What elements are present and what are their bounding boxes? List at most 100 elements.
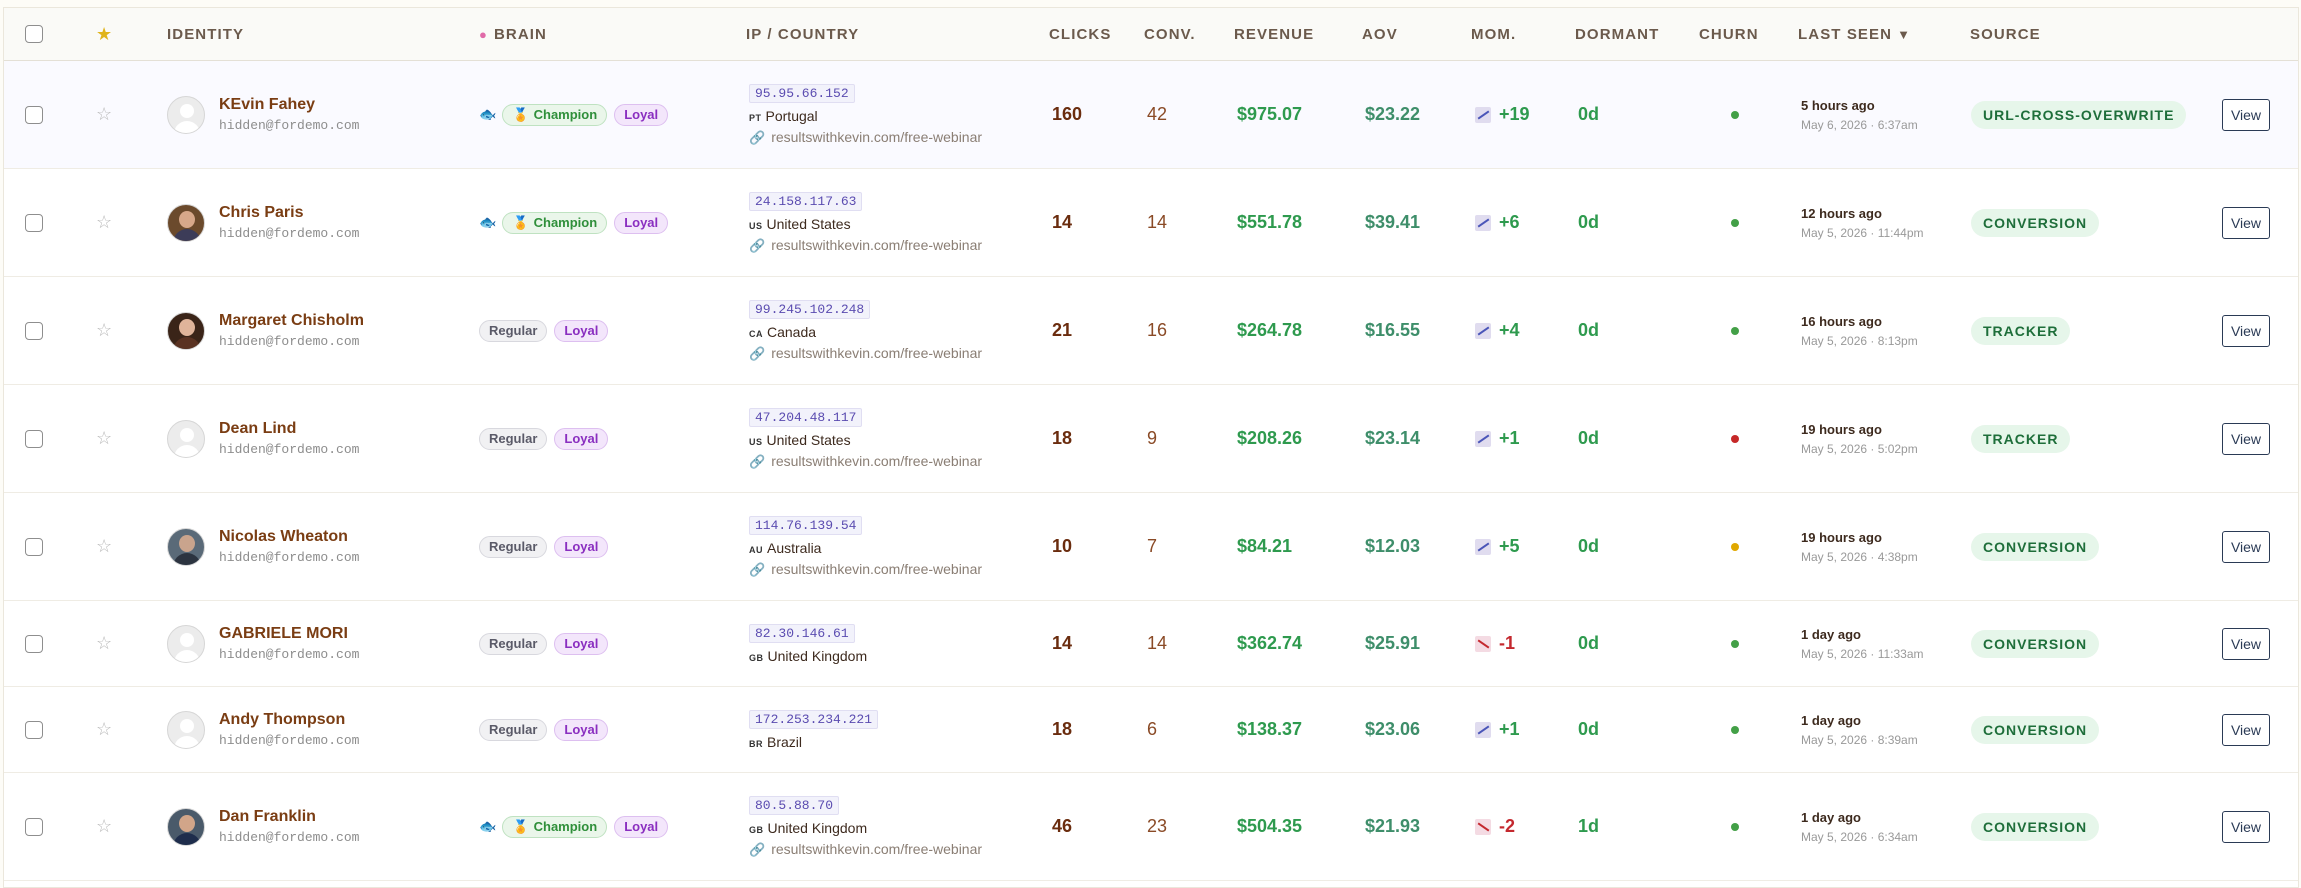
table-row[interactable]: ☆ KEvin Fahey hidden@fordemo.com 🐟 🏅 Champion…	[4, 61, 2298, 169]
last-seen-relative: 1 day ago	[1801, 626, 1861, 642]
brain-badge-regular: Regular	[479, 319, 548, 342]
view-button[interactable]: View	[2222, 713, 2270, 746]
star-icon[interactable]: ☆	[96, 212, 112, 233]
brain-badge-label: Loyal	[564, 431, 599, 446]
country: PT Portugal	[749, 108, 982, 124]
row-checkbox[interactable]	[25, 537, 43, 556]
column-header-last-seen[interactable]: LAST SEEN ▼	[1798, 8, 1911, 60]
churn-status-dot	[1731, 639, 1739, 648]
column-header-ip-country[interactable]: IP / COUNTRY	[746, 8, 859, 60]
row-checkbox[interactable]	[25, 321, 43, 340]
view-button[interactable]: View	[2222, 98, 2270, 131]
column-header-churn[interactable]: CHURN	[1699, 8, 1759, 60]
churn-status-dot	[1731, 822, 1739, 831]
source-badge: CONVERSION	[1971, 532, 2100, 561]
star-icon[interactable]: ☆	[96, 719, 112, 740]
landing-url-text: resultswithkevin.com/free-webinar	[771, 128, 983, 145]
source-badge: CONVERSION	[1971, 208, 2100, 237]
dormant-value: 0d	[1578, 719, 1600, 739]
star-icon[interactable]: ☆	[96, 536, 112, 557]
table-row[interactable]: ☆ GABRIELE MORI hidden@fordemo.com Regular L…	[4, 601, 2298, 687]
view-button[interactable]: View	[2222, 206, 2270, 239]
row-checkbox[interactable]	[25, 720, 43, 739]
column-header-revenue[interactable]: REVENUE	[1234, 8, 1314, 60]
clicks-value: 14	[1052, 633, 1073, 653]
landing-url[interactable]: 🔗 resultswithkevin.com/free-webinar	[749, 841, 982, 858]
star-icon[interactable]: ☆	[96, 104, 112, 125]
last-seen-relative: 19 hours ago	[1801, 421, 1882, 437]
view-button[interactable]: View	[2222, 627, 2270, 660]
trend-down-icon	[1475, 635, 1491, 652]
contact-name[interactable]: GABRIELE MORI	[219, 625, 359, 643]
landing-url[interactable]: 🔗 resultswithkevin.com/free-webinar	[749, 453, 982, 470]
link-icon: 🔗	[749, 237, 766, 253]
column-header-dormant[interactable]: DORMANT	[1575, 8, 1659, 60]
select-all-checkbox[interactable]	[25, 25, 43, 43]
row-checkbox[interactable]	[25, 634, 43, 653]
clicks-value: 10	[1052, 536, 1073, 556]
row-checkbox[interactable]	[25, 213, 43, 232]
column-header-aov[interactable]: AOV	[1362, 8, 1398, 60]
table-row[interactable]: ☆ Andy Thompson hidden@fordemo.com Regular L…	[4, 687, 2298, 773]
conversions-value: 14	[1147, 212, 1168, 232]
contact-name[interactable]: Dan Franklin	[219, 808, 359, 826]
dormant-value: 0d	[1578, 428, 1600, 448]
brain-badges: Regular Loyal	[479, 493, 615, 600]
conversions-value: 14	[1147, 633, 1168, 653]
table-row[interactable]: ☆ Chris Paris hidden@fordemo.com 🐟 🏅 Champion…	[4, 169, 2298, 277]
brain-badge-loyal: Loyal	[554, 535, 609, 558]
revenue-value: $504.35	[1237, 816, 1303, 836]
column-header-brain[interactable]: ● BRAIN	[479, 8, 547, 60]
momentum-value: -2	[1499, 816, 1516, 836]
sort-desc-icon: ▼	[1897, 26, 1912, 42]
star-icon[interactable]: ☆	[96, 633, 112, 654]
brain-badge-loyal: Loyal	[554, 632, 609, 655]
view-button[interactable]: View	[2222, 810, 2270, 843]
column-header-conv[interactable]: CONV.	[1144, 8, 1196, 60]
ip-address: 24.158.117.63	[749, 191, 863, 211]
avatar	[167, 203, 205, 242]
contact-name[interactable]: Margaret Chisholm	[219, 312, 364, 330]
ip-address: 80.5.88.70	[749, 795, 840, 815]
row-checkbox[interactable]	[25, 429, 43, 448]
landing-url[interactable]: 🔗 resultswithkevin.com/free-webinar	[749, 561, 982, 578]
avatar	[167, 807, 205, 846]
star-icon[interactable]: ☆	[96, 320, 112, 341]
dormant-value: 0d	[1578, 536, 1600, 556]
table-row[interactable]: ☆ Dean Lind hidden@fordemo.com Regular Loyal…	[4, 385, 2298, 493]
landing-url[interactable]: 🔗 resultswithkevin.com/free-webinar	[749, 345, 982, 362]
country: US United States	[749, 432, 982, 448]
brain-badge-loyal: Loyal	[614, 815, 669, 838]
view-button[interactable]: View	[2222, 314, 2270, 347]
star-icon[interactable]: ☆	[96, 816, 112, 837]
brain-badges: Regular Loyal	[479, 687, 615, 772]
dormant-value: 0d	[1578, 633, 1600, 653]
table-row[interactable]: ☆ Margaret Chisholm hidden@fordemo.com Regu…	[4, 277, 2298, 385]
contact-name[interactable]: Andy Thompson	[219, 711, 359, 729]
view-button[interactable]: View	[2222, 530, 2270, 563]
country-code: GB	[749, 824, 764, 835]
contact-name[interactable]: KEvin Fahey	[219, 96, 359, 114]
view-button[interactable]: View	[2222, 422, 2270, 455]
country-name: Canada	[767, 323, 817, 340]
row-checkbox[interactable]	[25, 105, 43, 124]
contact-name[interactable]: Chris Paris	[219, 204, 359, 222]
table-row[interactable]: ☆ Dan Franklin hidden@fordemo.com 🐟 🏅 Champio…	[4, 773, 2298, 881]
column-header-source[interactable]: SOURCE	[1970, 8, 2041, 60]
contact-email: hidden@fordemo.com	[219, 647, 360, 662]
column-header-mom[interactable]: MOM.	[1471, 8, 1516, 60]
column-header-identity[interactable]: IDENTITY	[167, 8, 244, 60]
contact-email: hidden@fordemo.com	[219, 118, 360, 133]
ip-address: 172.253.234.221	[749, 709, 879, 729]
star-filter-icon[interactable]: ★	[96, 24, 112, 45]
landing-url[interactable]: 🔗 resultswithkevin.com/free-webinar	[749, 129, 982, 146]
country-name: United States	[766, 215, 851, 232]
contact-name[interactable]: Nicolas Wheaton	[219, 528, 359, 546]
column-header-clicks[interactable]: CLICKS	[1049, 8, 1111, 60]
country-name: Australia	[767, 539, 822, 556]
row-checkbox[interactable]	[25, 817, 43, 836]
contact-name[interactable]: Dean Lind	[219, 420, 359, 438]
star-icon[interactable]: ☆	[96, 428, 112, 449]
landing-url[interactable]: 🔗 resultswithkevin.com/free-webinar	[749, 237, 982, 254]
table-row[interactable]: ☆ Nicolas Wheaton hidden@fordemo.com Regula…	[4, 493, 2298, 601]
